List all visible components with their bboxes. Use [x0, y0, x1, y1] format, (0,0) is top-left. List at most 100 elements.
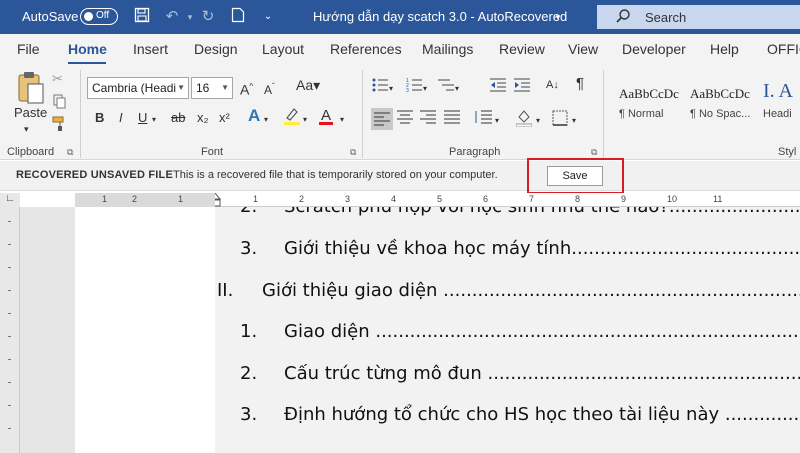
- new-document-icon[interactable]: [228, 7, 248, 27]
- superscript-button[interactable]: x²: [219, 109, 230, 127]
- ruler-tick: [8, 382, 11, 383]
- autosave-label: AutoSave: [22, 9, 79, 24]
- redo-icon[interactable]: ↻: [198, 7, 218, 27]
- recovered-file-bar: RECOVERED UNSAVED FILE This is a recover…: [0, 161, 800, 191]
- change-case-icon[interactable]: Aa▾: [296, 76, 320, 94]
- clipboard-launcher-icon[interactable]: ⧉: [67, 147, 73, 158]
- copy-icon[interactable]: [53, 94, 67, 115]
- paste-dropdown-icon[interactable]: ▾: [24, 120, 29, 138]
- styles-group-label: Styl: [778, 146, 797, 158]
- font-color-dropdown-icon[interactable]: ▾: [340, 111, 344, 129]
- tab-insert[interactable]: Insert: [133, 41, 168, 57]
- list-number: II.: [217, 280, 234, 301]
- list-item: Giao diện ..............................…: [284, 321, 800, 342]
- borders-dropdown-icon[interactable]: ▾: [572, 112, 576, 130]
- recovered-file-message: This is a recovered file that is tempora…: [173, 169, 498, 181]
- text-effects-dropdown-icon[interactable]: ▾: [264, 111, 268, 129]
- undo-icon[interactable]: ↶: [162, 7, 182, 27]
- numbering-dropdown-icon[interactable]: ▾: [423, 80, 427, 98]
- tab-references[interactable]: References: [330, 41, 402, 57]
- tab-home[interactable]: Home: [68, 41, 107, 57]
- ruler-tick: [8, 290, 11, 291]
- multilevel-list-icon[interactable]: [438, 78, 454, 97]
- underline-button[interactable]: U: [138, 109, 147, 127]
- highlight-icon[interactable]: [283, 106, 301, 131]
- font-name-select[interactable]: Cambria (Headi ▼: [87, 77, 189, 99]
- style-normal[interactable]: AaBbCcDc ¶ Normal: [613, 78, 683, 126]
- tab-mailings[interactable]: Mailings: [422, 41, 473, 57]
- customize-toolbar-icon[interactable]: ⌄: [258, 7, 278, 27]
- tab-office[interactable]: OFFIC: [767, 41, 800, 57]
- autosave-toggle[interactable]: Off: [80, 8, 118, 25]
- text-effects-icon[interactable]: A: [248, 107, 260, 125]
- ribbon-tabs: File Home Insert Design Layout Reference…: [0, 34, 800, 64]
- ruler-number: 2: [132, 194, 138, 204]
- multilevel-dropdown-icon[interactable]: ▾: [455, 80, 459, 98]
- ruler-number: 1: [253, 194, 259, 204]
- style-no-spacing[interactable]: AaBbCcDc ¶ No Spac...: [684, 78, 754, 126]
- grow-font-icon[interactable]: A^: [240, 78, 253, 99]
- format-painter-icon[interactable]: [52, 116, 68, 137]
- save-icon[interactable]: [132, 7, 152, 27]
- line-spacing-icon[interactable]: [474, 110, 492, 129]
- shading-icon[interactable]: [515, 109, 533, 132]
- list-item: Giới thiệu giao diện ...................…: [262, 280, 800, 301]
- ruler-number: 9: [621, 194, 627, 204]
- decrease-indent-icon[interactable]: [490, 78, 506, 97]
- subscript-button[interactable]: x₂: [197, 109, 209, 127]
- list-item: Giới thiệu về khoa học máy tính.........…: [284, 238, 800, 259]
- shading-dropdown-icon[interactable]: ▾: [536, 112, 540, 130]
- tab-view[interactable]: View: [568, 41, 598, 57]
- title-dropdown-icon[interactable]: ▾: [548, 7, 568, 27]
- ruler-labels: 1 2 1 1 2 3 4 5 6 7 8 9 10 11: [75, 193, 800, 207]
- tab-layout[interactable]: Layout: [262, 41, 304, 57]
- ribbon: Paste ▾ ✂ Clipboard ⧉ Cambria (Headi ▼ 1…: [0, 64, 800, 160]
- search-box[interactable]: Search: [597, 5, 800, 29]
- increase-indent-icon[interactable]: [514, 78, 530, 97]
- font-group-label: Font: [201, 146, 224, 158]
- sort-icon[interactable]: A↓: [546, 76, 559, 94]
- tab-developer[interactable]: Developer: [622, 41, 686, 57]
- tab-design[interactable]: Design: [194, 41, 238, 57]
- ruler-number: 7: [529, 194, 535, 204]
- bold-button[interactable]: B: [95, 109, 104, 127]
- highlight-dropdown-icon[interactable]: ▾: [303, 111, 307, 129]
- ruler-tick: [8, 359, 11, 360]
- tab-help[interactable]: Help: [710, 41, 739, 57]
- ruler-number: 2: [299, 194, 305, 204]
- tab-review[interactable]: Review: [499, 41, 545, 57]
- document-title: Hướng dẫn dạy scatch 3.0 - AutoRecovered: [313, 9, 568, 24]
- undo-dropdown-icon[interactable]: ▾: [180, 7, 200, 27]
- align-right-icon[interactable]: [420, 110, 436, 129]
- tab-file[interactable]: File: [17, 41, 40, 57]
- vertical-ruler[interactable]: [0, 207, 20, 453]
- bullets-dropdown-icon[interactable]: ▾: [389, 80, 393, 98]
- bullets-icon[interactable]: [372, 78, 388, 97]
- paragraph-group-label: Paragraph: [449, 146, 501, 158]
- font-launcher-icon[interactable]: ⧉: [350, 147, 356, 158]
- tab-selector-icon[interactable]: ∟: [0, 193, 20, 207]
- show-formatting-icon[interactable]: ¶: [576, 75, 584, 93]
- italic-button[interactable]: I: [119, 109, 123, 127]
- borders-icon[interactable]: [552, 110, 568, 131]
- ruler-tick: [8, 313, 11, 314]
- font-color-icon[interactable]: A: [319, 107, 333, 125]
- cut-icon[interactable]: ✂: [52, 70, 63, 88]
- underline-dropdown-icon[interactable]: ▾: [152, 111, 156, 129]
- ruler-number: 5: [437, 194, 443, 204]
- align-left-button[interactable]: [371, 108, 393, 130]
- justify-icon[interactable]: [444, 110, 460, 129]
- line-spacing-dropdown-icon[interactable]: ▾: [495, 112, 499, 130]
- style-heading[interactable]: I. A Headi: [757, 78, 800, 126]
- paragraph-launcher-icon[interactable]: ⧉: [591, 147, 597, 158]
- shrink-font-icon[interactable]: Aˇ: [264, 78, 275, 99]
- list-item: Cấu trúc từng mô đun ...................…: [284, 363, 800, 384]
- strikethrough-button[interactable]: ab: [171, 109, 185, 127]
- paste-button[interactable]: Paste: [14, 104, 47, 122]
- numbering-icon[interactable]: 123: [406, 78, 422, 97]
- align-center-icon[interactable]: [397, 110, 413, 129]
- search-placeholder: Search: [645, 10, 687, 25]
- recovered-file-title: RECOVERED UNSAVED FILE: [16, 169, 173, 181]
- font-size-select[interactable]: 16 ▼: [191, 77, 233, 99]
- document-text[interactable]: 2. Scratch phù hợp với học sinh như thế …: [215, 207, 800, 453]
